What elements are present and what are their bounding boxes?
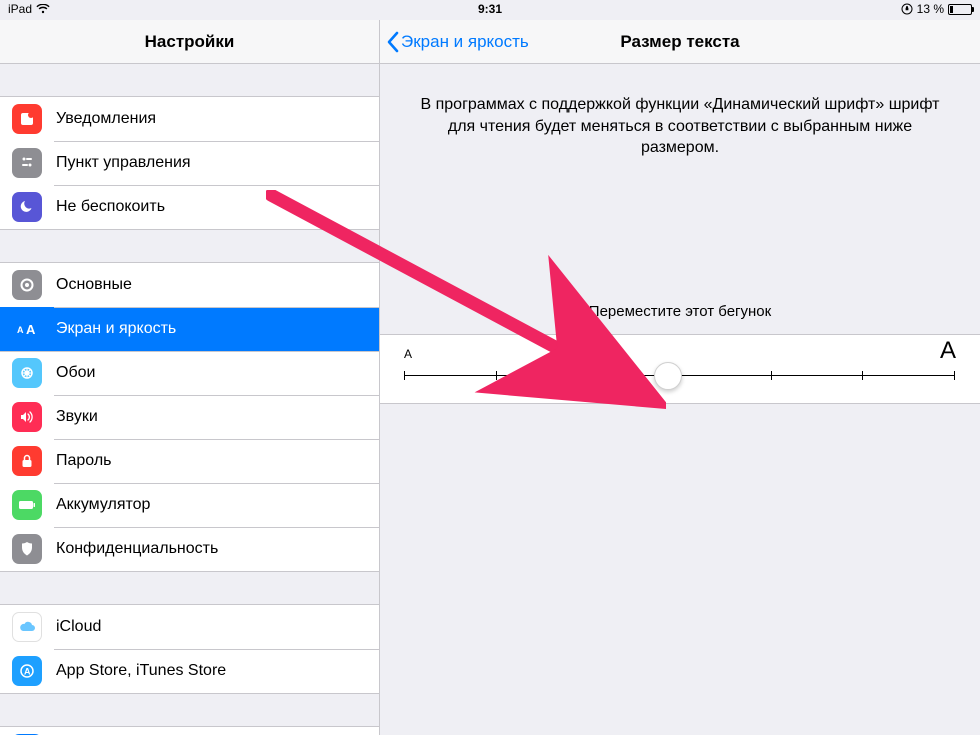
sidebar-item-sounds[interactable]: Звуки [0,395,379,439]
sidebar-item-label: Пароль [56,452,112,470]
settings-group: Почта, адреса, календари [0,726,379,735]
detail-pane: Экран и яркость Размер текста В программ… [380,20,980,735]
detail-description: В программах с поддержкой функции «Динам… [380,94,980,159]
settings-group: Основные AA Экран и яркость Обои [0,262,379,572]
battery-icon [948,4,972,15]
settings-list[interactable]: Уведомления Пункт управления Не беспокои… [0,96,379,735]
svg-text:A: A [26,322,36,337]
clock: 9:31 [478,2,502,16]
text-size-slider[interactable] [404,375,954,376]
sidebar-item-label: iCloud [56,618,101,636]
orientation-lock-icon [901,3,913,15]
settings-group: iCloud A App Store, iTunes Store [0,604,379,694]
sidebar-item-privacy[interactable]: Конфиденциальность [0,527,379,571]
sidebar-navbar: Настройки [0,20,379,64]
sidebar-item-passcode[interactable]: Пароль [0,439,379,483]
sidebar-item-label: Пункт управления [56,154,191,172]
battery-text: 13 % [917,2,944,16]
sounds-icon [12,402,42,432]
device-label: iPad [8,2,32,16]
detail-body: В программах с поддержкой функции «Динам… [380,64,980,404]
notifications-icon [12,104,42,134]
sidebar-item-mail[interactable]: Почта, адреса, календари [0,727,379,735]
sidebar-item-label: Аккумулятор [56,496,150,514]
svg-text:A: A [24,667,31,677]
sidebar-title: Настройки [145,32,235,52]
sidebar-item-stores[interactable]: A App Store, iTunes Store [0,649,379,693]
sidebar-item-label: Уведомления [56,110,156,128]
detail-title: Размер текста [620,32,739,52]
control-center-icon [12,148,42,178]
sidebar-item-label: App Store, iTunes Store [56,662,226,680]
sidebar-item-display[interactable]: AA Экран и яркость [0,307,379,351]
chevron-left-icon [386,31,399,53]
sidebar-item-dnd[interactable]: Не беспокоить [0,185,379,229]
text-size-slider-card: A A [380,334,980,404]
small-a-label: A [404,347,412,361]
sidebar-item-label: Экран и яркость [56,320,176,338]
sidebar-item-notifications[interactable]: Уведомления [0,97,379,141]
wallpaper-icon [12,358,42,388]
sidebar-item-battery[interactable]: Аккумулятор [0,483,379,527]
sidebar-item-label: Не беспокоить [56,198,165,216]
slider-hint: Переместите этот бегунок [380,303,980,320]
back-label: Экран и яркость [401,32,529,52]
privacy-icon [12,534,42,564]
detail-navbar: Экран и яркость Размер текста [380,20,980,64]
icloud-icon [12,612,42,642]
battery-settings-icon [12,490,42,520]
sidebar-item-control-center[interactable]: Пункт управления [0,141,379,185]
svg-text:A: A [17,325,24,335]
sidebar-item-wallpaper[interactable]: Обои [0,351,379,395]
back-button[interactable]: Экран и яркость [386,20,529,64]
lock-icon [12,446,42,476]
slider-thumb[interactable] [654,362,682,390]
settings-sidebar: Настройки Уведомления Пункт управления [0,20,380,735]
sidebar-item-general[interactable]: Основные [0,263,379,307]
sidebar-item-label: Конфиденциальность [56,540,218,558]
sidebar-item-label: Звуки [56,408,98,426]
big-a-label: A [940,337,956,365]
wifi-icon [36,4,50,14]
status-bar: iPad 9:31 13 % [0,0,980,20]
gear-icon [12,270,42,300]
appstore-icon: A [12,656,42,686]
dnd-icon [12,192,42,222]
display-brightness-icon: AA [12,314,42,344]
sidebar-item-label: Обои [56,364,95,382]
sidebar-item-label: Основные [56,276,132,294]
settings-group: Уведомления Пункт управления Не беспокои… [0,96,379,230]
sidebar-item-icloud[interactable]: iCloud [0,605,379,649]
